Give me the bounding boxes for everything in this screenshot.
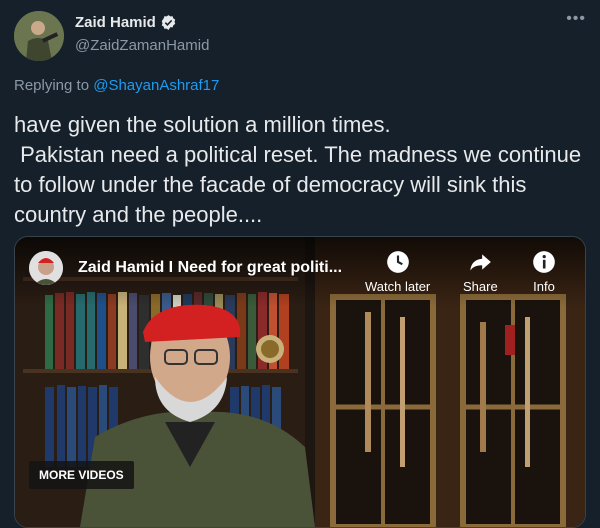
watch-later-label: Watch later: [365, 279, 431, 294]
clock-icon: [386, 251, 409, 273]
info-label: Info: [533, 279, 555, 294]
more-videos-button[interactable]: MORE VIDEOS: [29, 461, 134, 489]
reply-prefix: Replying to: [14, 77, 90, 94]
tweet-text: have given the solution a million times.…: [14, 112, 582, 227]
author-name[interactable]: Zaid Hamid: [75, 14, 156, 31]
channel-avatar[interactable]: [29, 251, 63, 285]
info-icon: [533, 251, 555, 273]
reply-mention-link[interactable]: @ShayanAshraf17: [93, 77, 219, 94]
author-avatar[interactable]: [14, 11, 64, 61]
author-name-row[interactable]: Zaid Hamid: [75, 14, 177, 31]
share-arrow-icon: [470, 254, 492, 271]
embedded-video[interactable]: Zaid Hamid I Need for great politi... Wa…: [14, 236, 586, 528]
verified-badge-icon: [161, 15, 176, 30]
video-title[interactable]: Zaid Hamid I Need for great politi...: [78, 259, 342, 277]
info-button[interactable]: Info: [531, 249, 557, 294]
replying-to: Replying to @ShayanAshraf17: [14, 77, 219, 94]
author-handle[interactable]: @ZaidZamanHamid: [75, 37, 209, 54]
share-button[interactable]: Share: [463, 249, 498, 294]
watch-later-button[interactable]: Watch later: [365, 249, 430, 294]
more-dots-icon[interactable]: •••: [566, 10, 586, 28]
share-label: Share: [463, 279, 498, 294]
